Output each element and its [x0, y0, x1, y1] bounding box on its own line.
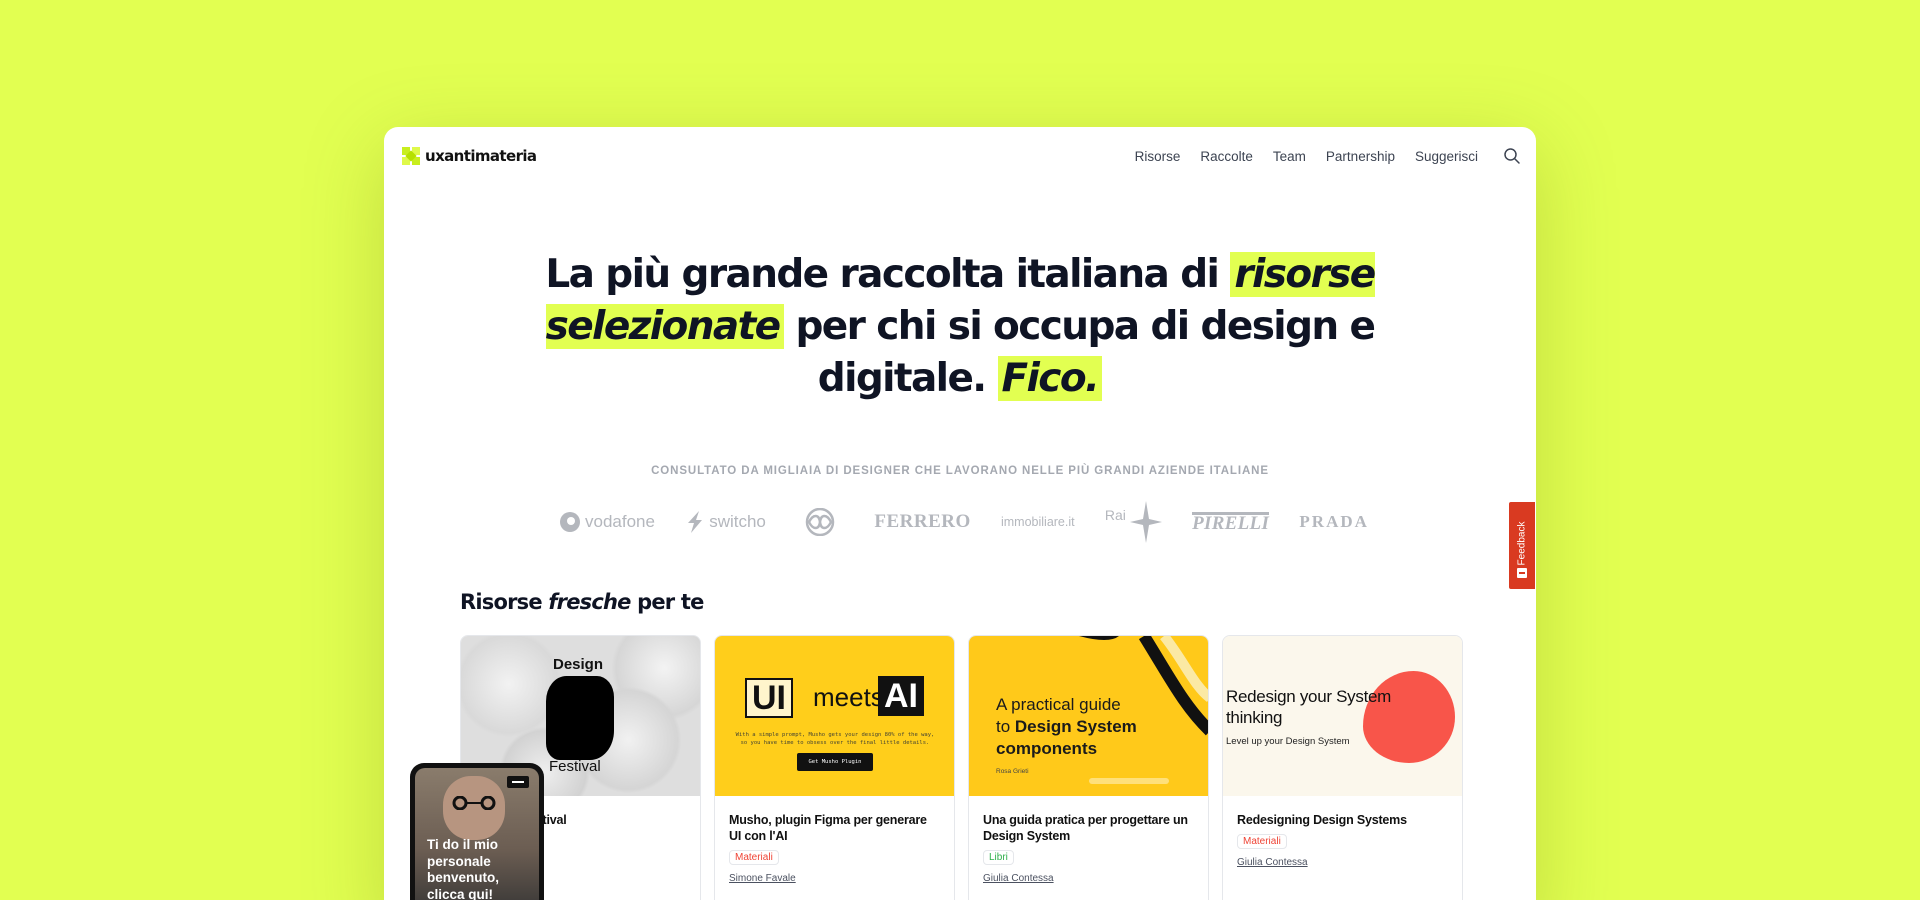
brand-immobiliare: immobiliare.it — [1000, 515, 1075, 529]
browser-window: uxantimateria Risorse Raccolte Team Part… — [384, 127, 1536, 900]
hero-text-1: La più grande raccolta italiana di — [545, 252, 1231, 297]
thumb-text-line2b: Design System — [1014, 717, 1137, 736]
section-title-c: per te — [630, 590, 704, 614]
hero-highlight-2: Fico. — [997, 356, 1103, 401]
feedback-icon — [1517, 568, 1527, 578]
card-title: Redesigning Design Systems — [1237, 813, 1407, 827]
trusted-by-label: CONSULTATO DA MIGLIAIA DI DESIGNER CHE L… — [651, 465, 1269, 477]
glasses-graphic — [452, 796, 496, 810]
logo-text: uxantimateria — [425, 147, 537, 165]
resource-card[interactable]: A practical guide to Design System compo… — [968, 635, 1209, 900]
category-tag[interactable]: Materiali — [729, 850, 779, 865]
author-link[interactable]: Giulia Contessa — [983, 873, 1194, 884]
brand-logos: vodafone switcho FERRERO immobiliare.it … — [559, 499, 1369, 545]
nav-item-suggerisci[interactable]: Suggerisci — [1415, 149, 1478, 164]
brand-prada: PRADA — [1299, 512, 1369, 531]
video-preview: Ti do il mio personale benvenuto, clicca… — [415, 768, 539, 900]
card-thumbnail: UI meets AI With a simple prompt, Musho … — [715, 636, 954, 796]
top-nav: uxantimateria Risorse Raccolte Team Part… — [384, 127, 1536, 187]
minimize-icon[interactable] — [507, 776, 529, 788]
brand-vodafone: vodafone — [559, 511, 655, 533]
category-tag[interactable]: Materiali — [1237, 834, 1287, 849]
nav-item-raccolte[interactable]: Raccolte — [1200, 149, 1253, 164]
thumb-graphic — [546, 676, 614, 760]
thumb-text-line1: A practical guide — [996, 695, 1121, 714]
switcho-logo-icon — [688, 511, 703, 533]
card-thumbnail: Redesign your System thinking Level up y… — [1223, 636, 1462, 796]
section-title: Risorse fresche per te — [460, 590, 704, 614]
feedback-label: Feedback — [1516, 521, 1528, 566]
thumb-text: With a simple prompt, Musho gets your de… — [735, 732, 935, 746]
resource-cards: Design Festival estival UI meets AI With… — [460, 635, 1463, 900]
thumb-text: Festival — [549, 758, 601, 775]
brand-rai: Rai — [1105, 501, 1162, 543]
hero-heading: La più grande raccolta italiana di risor… — [534, 249, 1386, 405]
card-body: Musho, plugin Figma per generare UI con … — [715, 796, 954, 900]
author-link[interactable]: Simone Favale — [729, 873, 940, 884]
thumb-text: meets — [813, 682, 884, 712]
main-menu: Risorse Raccolte Team Partnership Sugger… — [1135, 149, 1478, 164]
logo-mark-icon — [402, 147, 420, 165]
thumb-text: UI — [745, 678, 793, 718]
card-body: Redesigning Design Systems Materiali Giu… — [1223, 796, 1462, 884]
video-caption: Ti do il mio personale benvenuto, clicca… — [427, 837, 500, 900]
thumb-text-line2a: to — [996, 717, 1015, 736]
thumb-text-line3: components — [996, 739, 1098, 758]
card-thumbnail: A practical guide to Design System compo… — [969, 636, 1208, 796]
resource-card[interactable]: Redesign your System thinking Level up y… — [1222, 635, 1463, 900]
category-tag[interactable]: Libri — [983, 850, 1014, 865]
thumb-text: A practical guide to Design System compo… — [996, 694, 1137, 760]
brand-pirelli: PIRELLI — [1192, 511, 1270, 534]
thumb-text: Redesign your System thinking — [1226, 687, 1392, 727]
logo[interactable]: uxantimateria — [401, 146, 537, 166]
nav-item-team[interactable]: Team — [1273, 149, 1306, 164]
resource-card[interactable]: UI meets AI With a simple prompt, Musho … — [714, 635, 955, 900]
brand-name: Rai — [1104, 507, 1126, 523]
infinity-brand-logo-icon — [805, 508, 835, 536]
card-body: Una guida pratica per progettare un Desi… — [969, 796, 1208, 900]
brand-name: switcho — [709, 512, 766, 531]
thumb-text: Level up your Design System — [1226, 736, 1350, 747]
rai-star-icon — [1129, 501, 1162, 543]
thumb-author: Rosa Grieti — [996, 768, 1029, 775]
card-title: Una guida pratica per progettare un Desi… — [983, 813, 1188, 843]
feedback-tab[interactable]: Feedback — [1509, 502, 1535, 589]
thumb-text: Design — [553, 656, 604, 673]
brand-name: vodafone — [585, 512, 655, 531]
search-icon[interactable] — [1503, 147, 1521, 165]
brand-switcho: switcho — [685, 510, 766, 534]
section-title-b: fresche — [548, 590, 631, 614]
section-title-a: Risorse — [460, 590, 549, 614]
thumb-text: AI — [878, 676, 924, 716]
nav-item-partnership[interactable]: Partnership — [1326, 149, 1395, 164]
vodafone-logo-icon — [560, 512, 580, 532]
thumb-button: Get Musho Plugin — [797, 753, 873, 771]
nav-item-risorse[interactable]: Risorse — [1135, 149, 1181, 164]
welcome-video[interactable]: Ti do il mio personale benvenuto, clicca… — [410, 763, 544, 900]
card-title: Musho, plugin Figma per generare UI con … — [729, 813, 927, 843]
author-link[interactable]: Giulia Contessa — [1237, 857, 1448, 868]
brand-ferrero: FERRERO — [874, 511, 971, 532]
